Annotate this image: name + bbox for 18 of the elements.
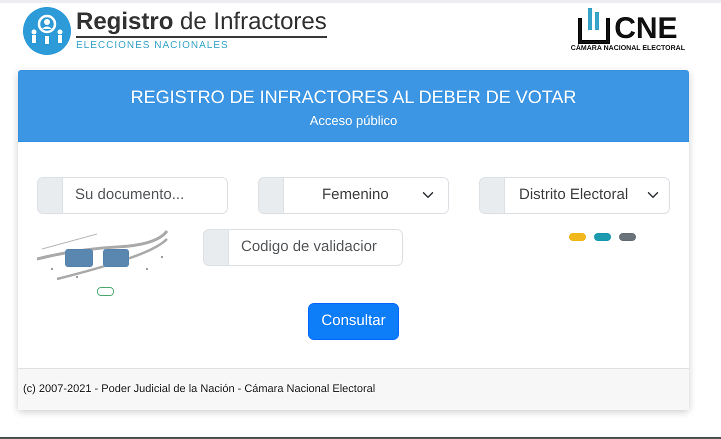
document-field[interactable]: Su documento... (62, 177, 228, 214)
addon (203, 229, 229, 266)
dropdown[interactable]: Femenino (283, 177, 449, 214)
logo-title: Registro de Infractores (76, 10, 327, 38)
pill-icon (97, 287, 114, 296)
addon (258, 177, 284, 214)
card-subtitle: Acceso público (308, 112, 398, 130)
dropdown[interactable]: Distrito Electoral (504, 177, 670, 214)
card-title: REGISTRO DE INFRACTORES AL DEBER DE VOTAR (130, 86, 578, 109)
code-field[interactable]: Codigo de validacior (228, 229, 403, 266)
footer-text: (c) 2007-2021 - Poder Judicial de la Nación - Cámara Nacional Electoral (18, 368, 689, 410)
submit-button[interactable]: Consultar (308, 303, 399, 340)
logo-icon (22, 6, 72, 56)
brand-icon (578, 6, 610, 44)
addon (479, 177, 505, 214)
brand-name: CNE (614, 14, 678, 44)
logo-subtitle: ELECCIONES NACIONALES (76, 38, 230, 52)
addon (37, 177, 63, 214)
